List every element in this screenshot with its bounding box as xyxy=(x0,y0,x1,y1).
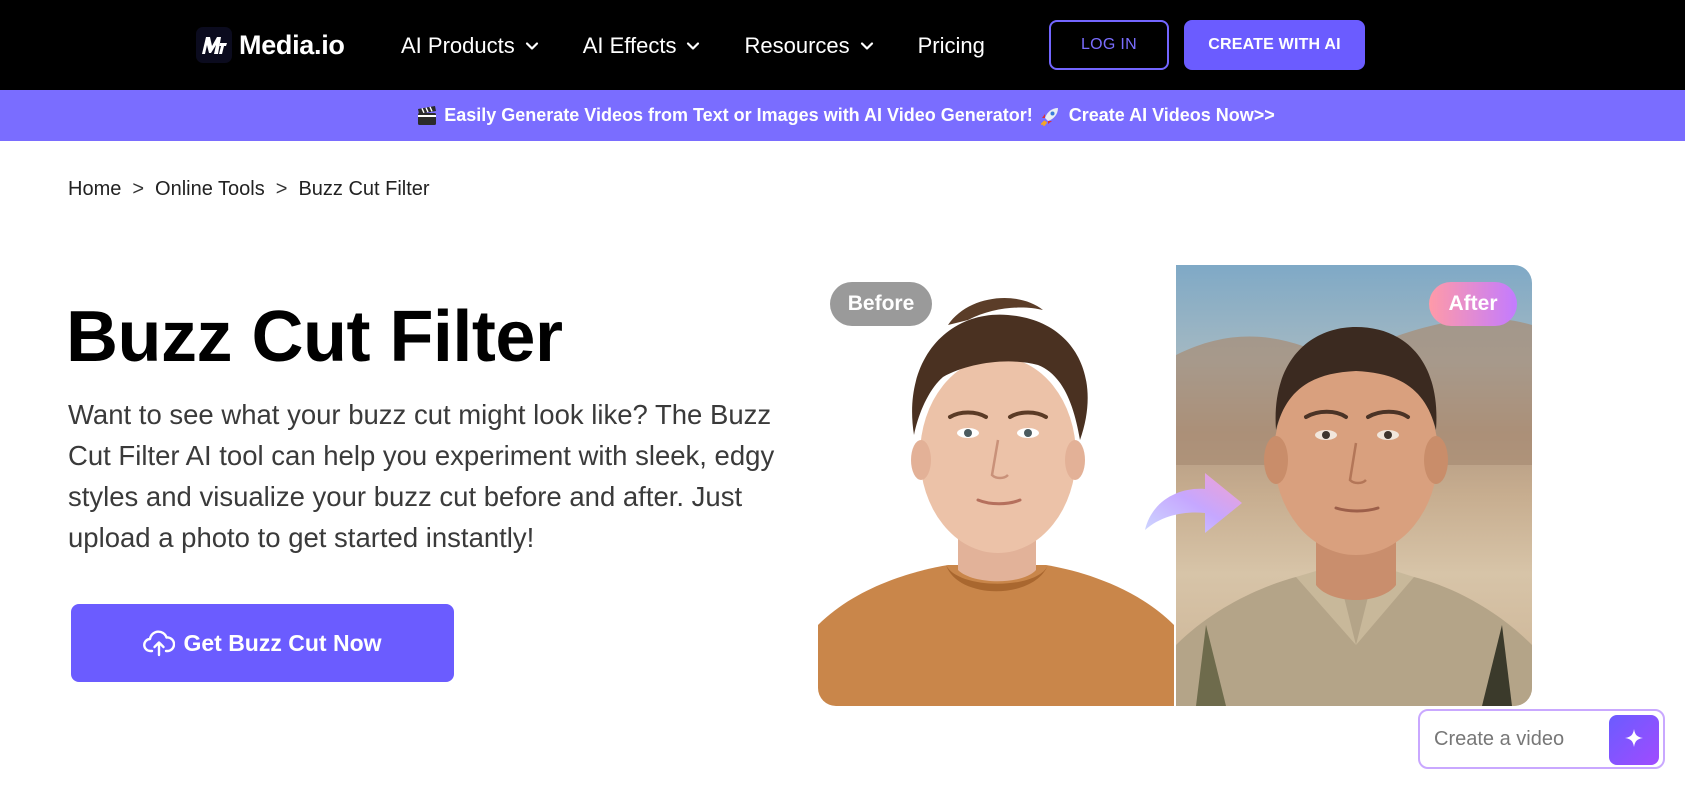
create-video-input[interactable] xyxy=(1434,727,1604,751)
before-badge: Before xyxy=(830,282,932,326)
logo-text: Media.io xyxy=(239,29,345,60)
before-image: Before xyxy=(818,265,1174,706)
cta-label: Get Buzz Cut Now xyxy=(183,629,382,656)
nav-item-ai-effects[interactable]: AI Effects xyxy=(583,30,701,62)
chevron-down-icon xyxy=(860,39,874,53)
login-button[interactable]: LOG IN xyxy=(1049,20,1169,70)
nav-item-label: AI Effects xyxy=(582,33,677,58)
hero-description: Want to see what your buzz cut might loo… xyxy=(68,399,775,553)
breadcrumb-home[interactable]: Home xyxy=(68,178,121,201)
after-badge: After xyxy=(1429,282,1517,326)
promo-banner[interactable]: Easily Generate Videos from Text or Imag… xyxy=(0,90,1685,141)
nav-item-pricing[interactable]: Pricing xyxy=(918,30,985,62)
breadcrumb-online-tools[interactable]: Online Tools xyxy=(155,178,265,201)
breadcrumb: Home > Online Tools > Buzz Cut Filter xyxy=(68,178,430,201)
nav-item-ai-products[interactable]: AI Products xyxy=(401,30,539,62)
breadcrumb-separator: > xyxy=(132,178,145,200)
main-nav: AI Products AI Effects Resources Pricing xyxy=(401,30,1029,62)
cloud-upload-icon xyxy=(143,629,176,657)
nav-item-label: Resources xyxy=(744,33,850,58)
rocket-icon xyxy=(1039,105,1061,127)
media-io-logo-icon xyxy=(196,27,232,63)
transform-arrow-icon xyxy=(1140,455,1260,545)
nav-item-resources[interactable]: Resources xyxy=(744,30,873,62)
promo-text: Easily Generate Videos from Text or Imag… xyxy=(444,105,1033,125)
breadcrumb-current: Buzz Cut Filter xyxy=(298,178,430,200)
top-navbar: Media.io AI Products AI Effects Resource… xyxy=(0,0,1685,90)
before-after-comparison: Before After xyxy=(818,265,1532,706)
nav-item-label: Pricing xyxy=(917,33,985,58)
create-with-ai-button[interactable]: CREATE WITH AI xyxy=(1184,20,1365,70)
chevron-down-icon xyxy=(686,39,700,53)
page-title: Buzz Cut Filter xyxy=(66,297,563,377)
chevron-down-icon xyxy=(525,39,539,53)
logo[interactable]: Media.io xyxy=(196,27,345,63)
get-buzz-cut-button[interactable]: Get Buzz Cut Now xyxy=(71,604,454,682)
promo-content: Easily Generate Videos from Text or Imag… xyxy=(410,105,1275,127)
nav-item-label: AI Products xyxy=(401,33,515,58)
promo-link[interactable]: Create AI Videos Now>> xyxy=(1069,105,1275,126)
generate-button[interactable] xyxy=(1609,715,1659,765)
breadcrumb-separator: > xyxy=(275,178,288,200)
create-video-prompt xyxy=(1418,709,1665,769)
clapperboard-icon xyxy=(416,105,438,127)
sparkle-icon xyxy=(1624,728,1644,753)
